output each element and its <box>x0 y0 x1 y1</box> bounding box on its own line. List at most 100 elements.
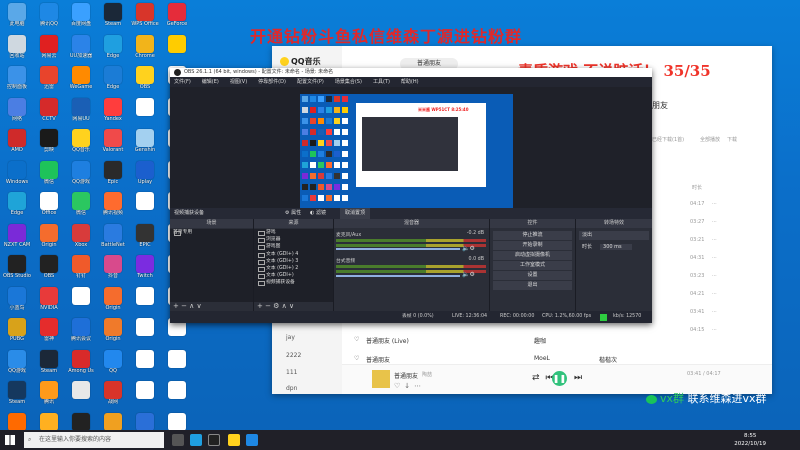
control-button[interactable]: 停止推流 <box>493 231 572 240</box>
desktop-icon[interactable]: Genshin <box>129 127 161 159</box>
menu-item[interactable]: 停靠部件(D) <box>258 79 286 85</box>
sidebar-item-dpn[interactable]: dpn <box>286 385 297 392</box>
control-button[interactable]: 启动虚拟摄像机 <box>493 251 572 260</box>
desktop-icon[interactable]: Epic <box>97 159 129 191</box>
desktop-icon[interactable]: 百度网盘 <box>65 1 97 33</box>
sidebar-item-111[interactable]: 111 <box>286 369 297 376</box>
menu-item[interactable]: 帮助(H) <box>401 79 419 85</box>
sidebar-item-jay[interactable]: jay <box>286 334 295 341</box>
next-button[interactable]: ⏭ <box>574 373 582 383</box>
player-action-icons[interactable]: ♡↓⋯ <box>394 382 425 390</box>
source-item[interactable]: 文本 (GDI+) 3 <box>254 258 333 265</box>
desktop-icon[interactable]: 网易云 <box>33 33 65 65</box>
desktop-icon[interactable]: Steam <box>1 379 33 411</box>
desktop-icon[interactable]: 迅雷 <box>33 64 65 96</box>
play-all-button[interactable]: 全部播放 <box>700 136 720 143</box>
desktop-icon[interactable]: NVIDIA <box>33 285 65 317</box>
desktop-icon[interactable]: 网易UU <box>65 96 97 128</box>
desktop-icon[interactable]: 腾讯QQ <box>33 1 65 33</box>
desktop-icon[interactable]: 回收站 <box>1 33 33 65</box>
desktop-icon[interactable]: OBS <box>33 253 65 285</box>
desktop-icon[interactable]: Chrome <box>129 33 161 65</box>
desktop-icon[interactable]: Xbox <box>65 222 97 254</box>
desktop-icon[interactable]: 此电脑 <box>1 1 33 33</box>
more-icon[interactable]: ⋯ <box>712 237 717 243</box>
qq-music-taskbar-icon[interactable] <box>228 434 240 446</box>
desktop-icon[interactable]: QQ音乐 <box>65 127 97 159</box>
scene-item[interactable]: 首页专用 <box>170 229 253 237</box>
desktop-icon[interactable]: OBS Studio <box>1 253 33 285</box>
unpin-button[interactable]: 取消置顶 <box>340 208 371 219</box>
desktop-icon[interactable]: QQ <box>97 348 129 380</box>
desktop-icon[interactable] <box>161 348 193 380</box>
pause-button[interactable]: ❚❚ <box>552 371 567 386</box>
desktop-icon[interactable]: Uplay <box>129 159 161 191</box>
start-windows-icon[interactable] <box>5 435 15 445</box>
desktop-icon[interactable]: Twitch <box>129 253 161 285</box>
desktop-icon[interactable]: Steam <box>97 1 129 33</box>
desktop-icon[interactable] <box>129 316 161 348</box>
desktop-icon[interactable]: GeForce <box>161 1 193 33</box>
speaker-icon[interactable]: 🔈⚙ <box>462 271 475 278</box>
sidebar-item-2222[interactable]: 2222 <box>286 352 301 359</box>
menu-item[interactable]: 场景集合(S) <box>335 79 362 85</box>
desktop-icon[interactable]: OBS <box>129 64 161 96</box>
desktop-icon[interactable]: 微信 <box>33 159 65 191</box>
menu-item[interactable]: 编辑(E) <box>202 79 219 85</box>
desktop-icon[interactable]: 战网 <box>97 379 129 411</box>
more-icon[interactable]: ⋯ <box>712 327 717 333</box>
desktop-icon[interactable]: NZXT CAM <box>1 222 33 254</box>
source-item[interactable]: 游戏图 <box>254 243 333 251</box>
desktop-icon[interactable]: WPS Office <box>129 1 161 33</box>
desktop-icon[interactable] <box>129 190 161 222</box>
transition-select[interactable]: 淡出 <box>579 231 649 240</box>
preview-canvas[interactable]: 米米酱 WP51CT 8:25:40 <box>300 94 513 215</box>
desktop-icon[interactable] <box>129 96 161 128</box>
desktop-icon[interactable] <box>129 348 161 380</box>
source-item[interactable]: 浏览器 <box>254 236 333 244</box>
qq-taskbar-icon[interactable] <box>246 434 258 446</box>
more-icon[interactable]: ⋯ <box>712 273 717 279</box>
desktop-icon[interactable]: QQ游戏 <box>1 348 33 380</box>
desktop-icon[interactable] <box>161 379 193 411</box>
desktop-icon[interactable] <box>161 33 193 65</box>
desktop-icon[interactable]: Steam <box>33 348 65 380</box>
more-icon[interactable]: ⋯ <box>712 309 717 315</box>
desktop-icon[interactable]: 抖音 <box>97 253 129 285</box>
desktop-icon[interactable] <box>129 379 161 411</box>
desktop-icon[interactable]: QQ游戏 <box>65 159 97 191</box>
source-item[interactable]: 视频捕获设备 <box>254 279 333 287</box>
desktop-icon[interactable]: 钉钉 <box>65 253 97 285</box>
heart-icon[interactable]: ♡ <box>354 336 359 343</box>
desktop-icon[interactable] <box>65 285 97 317</box>
desktop-icon[interactable]: CCTV <box>33 96 65 128</box>
desktop-icon[interactable]: AMD <box>1 127 33 159</box>
edge-taskbar-icon[interactable] <box>190 434 202 446</box>
desktop-icon[interactable]: Yandex <box>97 96 129 128</box>
more-icon[interactable]: ⋯ <box>712 201 717 207</box>
source-item[interactable]: 文本 (GDI+) 4 <box>254 251 333 258</box>
menu-item[interactable]: 文件(F) <box>174 79 191 85</box>
desktop-icon[interactable]: 控制面板 <box>1 64 33 96</box>
desktop-icon[interactable]: Among Us <box>65 348 97 380</box>
mic-volume-slider[interactable] <box>336 248 460 250</box>
control-button[interactable]: 退出 <box>493 281 572 290</box>
desktop-volume-slider[interactable] <box>336 275 460 277</box>
properties-button[interactable]: ⚙ 属性 <box>285 208 301 219</box>
more-icon[interactable]: ⋯ <box>712 219 717 225</box>
more-icon[interactable]: ⋯ <box>712 291 717 297</box>
source-item[interactable]: 游戏 <box>254 229 333 237</box>
menu-item[interactable]: 工具(T) <box>373 79 390 85</box>
more-icon[interactable]: ⋯ <box>712 255 717 261</box>
desktop-icon[interactable]: WeGame <box>65 64 97 96</box>
duration-input[interactable]: 300 ms <box>600 244 632 250</box>
desktop-icon[interactable]: Origin <box>33 222 65 254</box>
desktop-icon[interactable]: BattleNet <box>97 222 129 254</box>
task-view-icon[interactable] <box>172 434 184 446</box>
desktop-icon[interactable]: 腾讯 <box>33 379 65 411</box>
desktop-icon[interactable]: Office <box>33 190 65 222</box>
desktop-icon[interactable]: EPIC <box>129 222 161 254</box>
desktop-icon[interactable]: 雷神 <box>33 316 65 348</box>
desktop-icon[interactable]: Edge <box>97 33 129 65</box>
menu-item[interactable]: 配置文件(P) <box>297 79 324 85</box>
